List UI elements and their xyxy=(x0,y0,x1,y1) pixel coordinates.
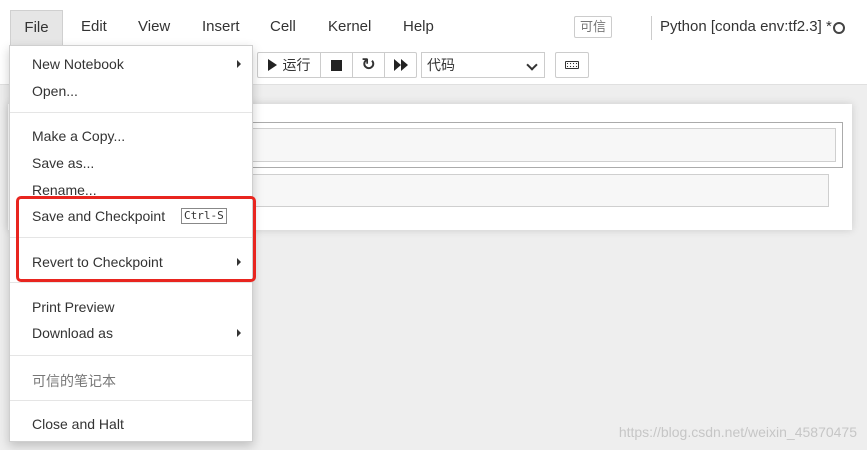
trusted-badge[interactable]: 可信 xyxy=(574,16,612,38)
interrupt-button[interactable] xyxy=(321,52,353,78)
restart-icon: ↻ xyxy=(361,55,376,74)
menu-item-open[interactable]: Open... xyxy=(32,83,78,99)
kernel-separator xyxy=(651,16,652,40)
code-cell-input-2[interactable] xyxy=(248,174,829,207)
menu-divider xyxy=(10,282,252,283)
menu-help[interactable]: Help xyxy=(403,10,434,44)
menu-edit[interactable]: Edit xyxy=(81,10,107,44)
menu-item-new-notebook[interactable]: New Notebook xyxy=(32,56,124,72)
command-palette-button[interactable] xyxy=(555,52,589,78)
submenu-arrow-icon xyxy=(237,329,241,337)
menu-divider xyxy=(10,112,252,113)
watermark: https://blog.csdn.net/weixin_45870475 xyxy=(618,424,857,440)
menu-file-label: File xyxy=(24,19,49,36)
keyboard-icon xyxy=(565,61,579,69)
menu-item-make-copy[interactable]: Make a Copy... xyxy=(32,128,125,144)
menu-view[interactable]: View xyxy=(138,10,170,44)
chevron-down-icon xyxy=(526,59,538,71)
menu-file[interactable]: File xyxy=(10,10,63,46)
kernel-idle-indicator-icon xyxy=(833,22,845,34)
restart-kernel-button[interactable]: ↻ xyxy=(353,52,385,78)
submenu-arrow-icon xyxy=(237,60,241,68)
run-button-label: 运行 xyxy=(282,57,311,73)
menu-item-close-halt[interactable]: Close and Halt xyxy=(32,416,124,432)
cell-type-select[interactable]: 代码 xyxy=(421,52,545,78)
menu-item-trusted-notebook: 可信的笔记本 xyxy=(32,373,116,389)
menubar: File Edit View Insert Cell Kernel Help 可… xyxy=(0,0,867,46)
stop-icon xyxy=(331,59,342,71)
menu-insert[interactable]: Insert xyxy=(202,10,240,44)
menu-divider xyxy=(10,400,252,401)
menu-item-save-as[interactable]: Save as... xyxy=(32,155,94,171)
restart-run-all-button[interactable] xyxy=(385,52,417,78)
menu-item-download-as[interactable]: Download as xyxy=(32,325,113,341)
code-cell-input[interactable] xyxy=(249,128,836,162)
cell-type-value: 代码 xyxy=(427,57,455,73)
kernel-name[interactable]: Python [conda env:tf2.3] * xyxy=(660,18,832,35)
menu-kernel[interactable]: Kernel xyxy=(328,10,371,44)
menu-divider xyxy=(10,355,252,356)
code-cell-selected[interactable] xyxy=(240,122,843,168)
annotation-highlight-box xyxy=(16,196,256,282)
play-icon xyxy=(267,59,277,71)
fast-forward-icon xyxy=(393,59,408,71)
menu-item-print-preview[interactable]: Print Preview xyxy=(32,299,114,315)
run-button[interactable]: 运行 xyxy=(257,52,321,78)
menu-cell[interactable]: Cell xyxy=(270,10,296,44)
